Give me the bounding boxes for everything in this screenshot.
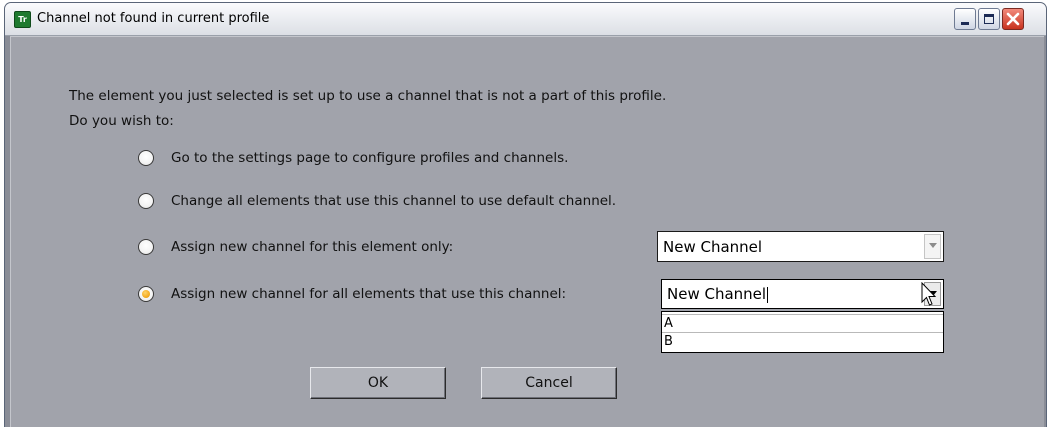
dropdown-option-b[interactable]: B <box>662 333 943 350</box>
close-icon <box>1006 12 1020 26</box>
option-label[interactable]: Change all elements that use this channe… <box>171 193 616 209</box>
radio-go-to-settings[interactable] <box>138 150 154 166</box>
radio-change-to-default[interactable] <box>138 193 154 209</box>
radio-assign-element-only[interactable] <box>138 239 154 255</box>
channel-dropdown-list[interactable]: A B <box>661 311 944 353</box>
title-bar[interactable]: Tr Channel not found in current profile <box>5 3 1046 36</box>
dialog-body: The element you just selected is set up … <box>10 36 1044 427</box>
app-icon: Tr <box>14 11 31 28</box>
channel-select-all-elements[interactable]: New Channel <box>661 279 944 309</box>
radio-assign-all-elements[interactable] <box>138 286 154 302</box>
message-line-1: The element you just selected is set up … <box>69 88 667 104</box>
combo-value[interactable]: New Channel <box>667 285 766 303</box>
combo-arrow-button[interactable] <box>924 234 941 259</box>
minimize-button[interactable] <box>954 8 976 30</box>
minimize-icon <box>961 22 969 25</box>
mouse-pointer-icon <box>921 282 937 306</box>
chevron-down-icon <box>929 243 937 248</box>
dropdown-option-a[interactable]: A <box>662 314 943 333</box>
maximize-button[interactable] <box>978 8 1000 30</box>
window-title: Channel not found in current profile <box>37 11 270 26</box>
channel-select-element-only[interactable]: New Channel <box>657 231 944 262</box>
message-line-2: Do you wish to: <box>69 113 174 129</box>
cancel-button[interactable]: Cancel <box>481 367 617 399</box>
option-label[interactable]: Go to the settings page to configure pro… <box>171 150 568 166</box>
dialog-window: Tr Channel not found in current profile … <box>4 2 1047 427</box>
combo-value-wrapper[interactable]: New Channel <box>667 285 769 303</box>
maximize-icon <box>984 14 994 24</box>
option-label[interactable]: Assign new channel for this element only… <box>171 239 453 255</box>
option-label[interactable]: Assign new channel for all elements that… <box>171 286 566 302</box>
text-caret <box>767 286 769 303</box>
close-button[interactable] <box>1002 8 1024 30</box>
combo-value: New Channel <box>663 238 763 256</box>
ok-button[interactable]: OK <box>310 367 446 399</box>
